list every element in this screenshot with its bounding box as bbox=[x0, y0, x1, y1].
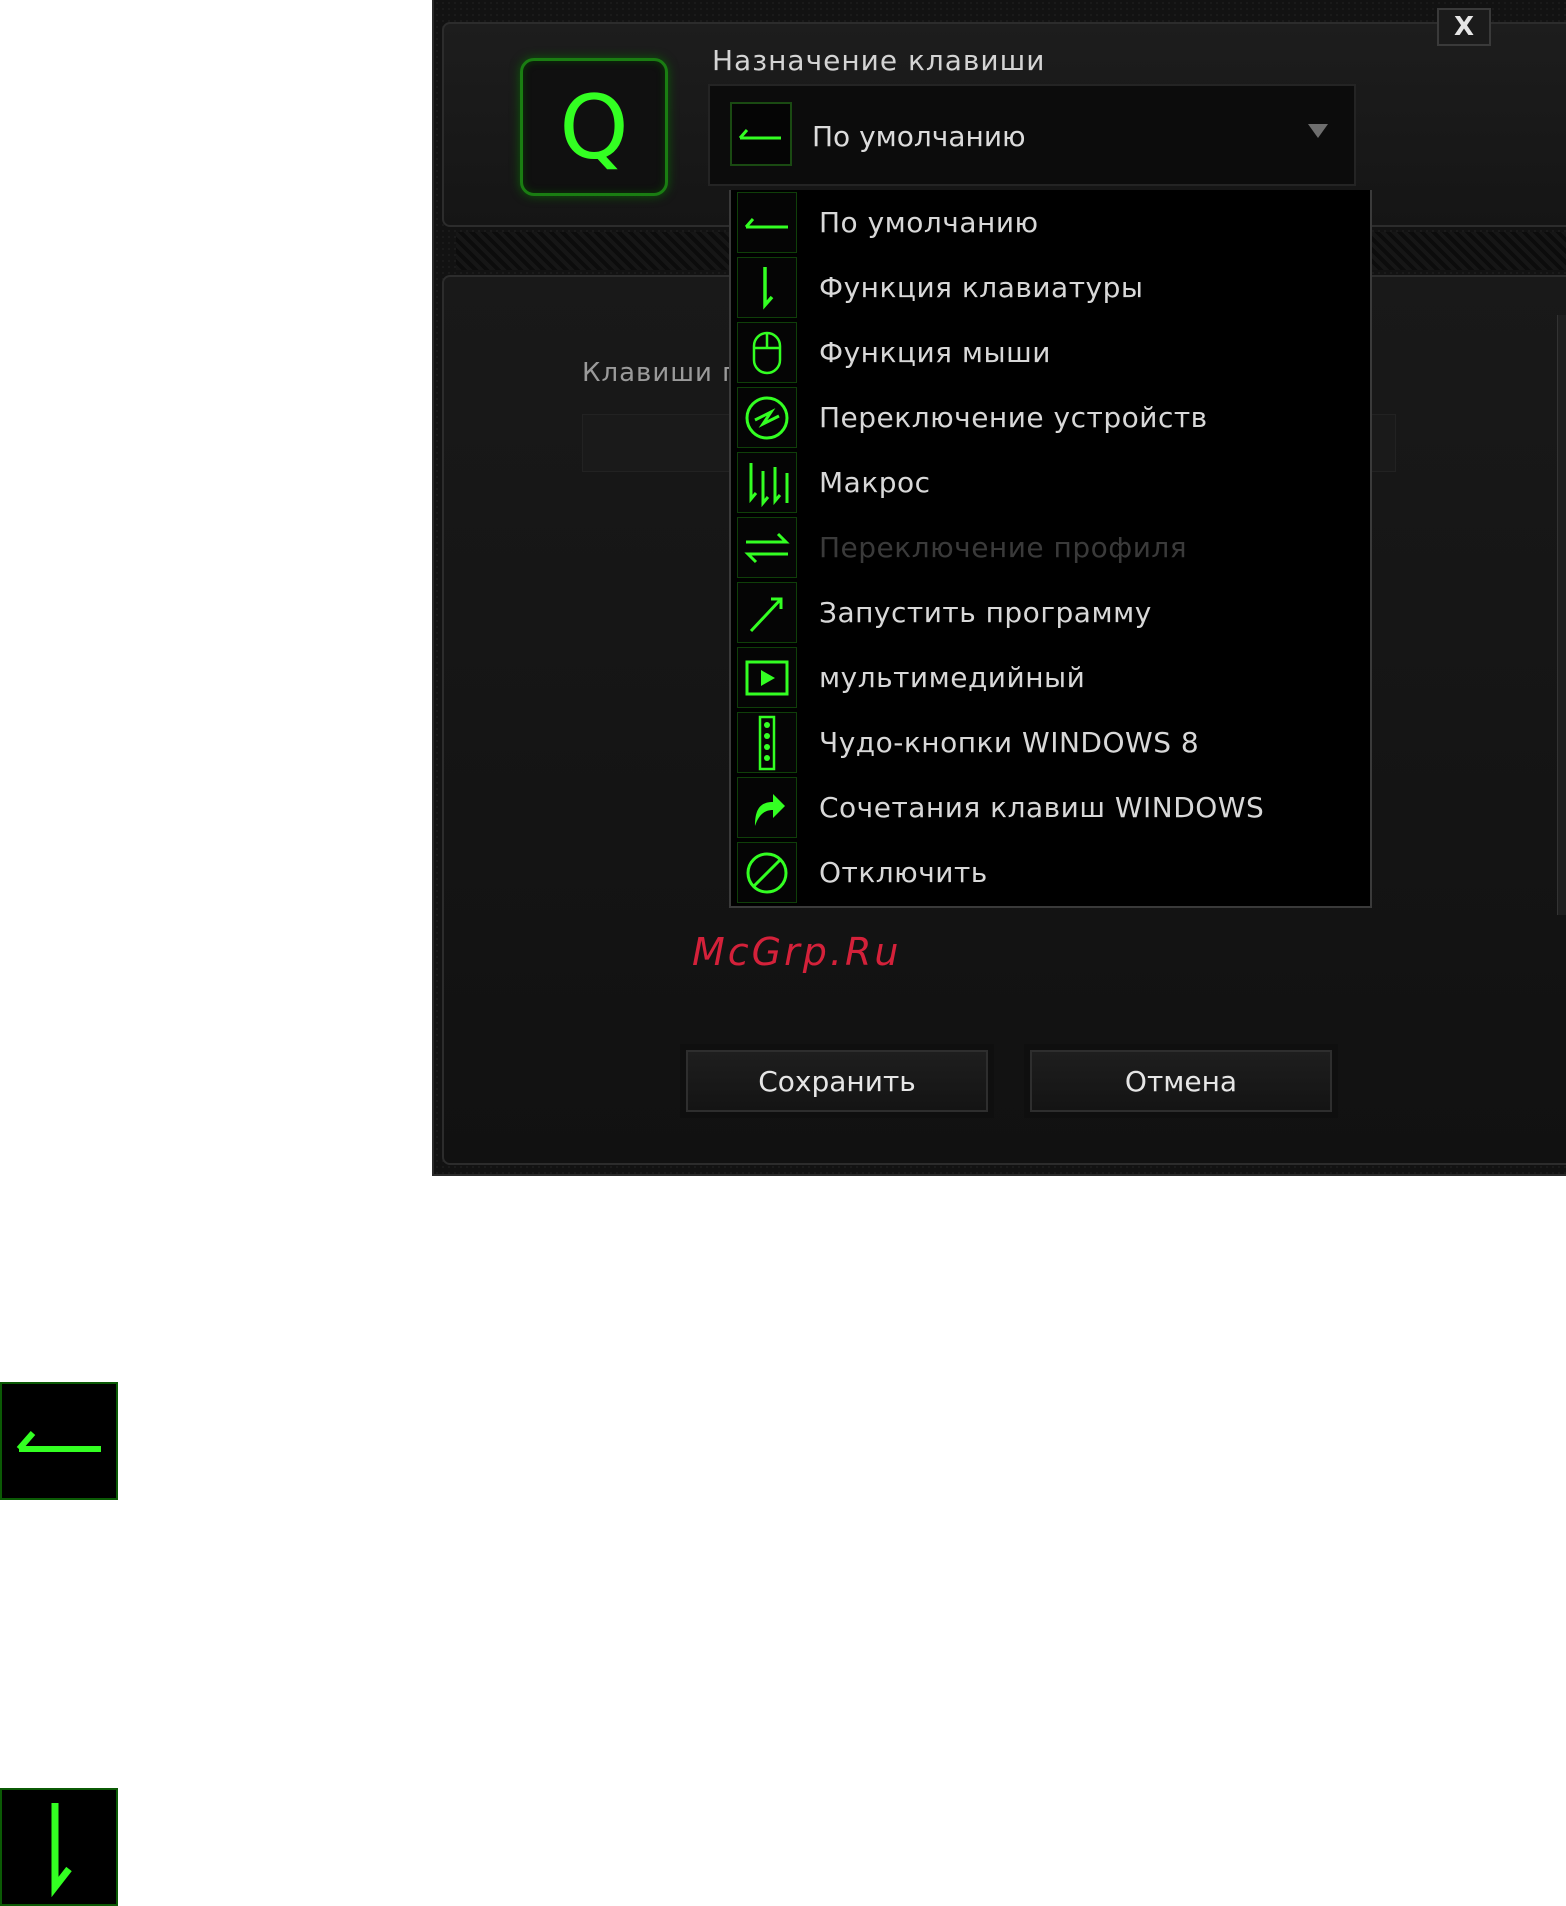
scrollbar[interactable] bbox=[1557, 315, 1566, 915]
menu-item-label: Переключение устройств bbox=[819, 401, 1208, 434]
menu-item-label: Чудо-кнопки WINDOWS 8 bbox=[819, 726, 1200, 759]
charms-icon bbox=[737, 712, 797, 773]
assignment-dropdown-menu: По умолчанию Функция клавиатуры Функция … bbox=[729, 190, 1372, 908]
multimedia-icon bbox=[737, 647, 797, 708]
menu-item-disable[interactable]: Отключить bbox=[731, 840, 1370, 905]
menu-item-multimedia[interactable]: мультимедийный bbox=[731, 645, 1370, 710]
default-arrow-icon bbox=[737, 192, 797, 253]
cancel-button[interactable]: Отмена bbox=[1030, 1050, 1332, 1112]
device-switch-icon bbox=[737, 387, 797, 448]
watermark: McGrp.Ru bbox=[692, 930, 902, 974]
menu-item-label: Функция клавиатуры bbox=[819, 271, 1144, 304]
assign-label: Назначение клавиши bbox=[712, 44, 1046, 77]
assignment-select[interactable]: По умолчанию bbox=[708, 84, 1356, 186]
menu-item-launch-program[interactable]: Запустить программу bbox=[731, 580, 1370, 645]
mouse-icon bbox=[737, 322, 797, 383]
menu-item-device-switch[interactable]: Переключение устройств bbox=[731, 385, 1370, 450]
keys-label: Клавиши п bbox=[582, 358, 741, 388]
selected-value: По умолчанию bbox=[812, 120, 1026, 153]
chevron-down-icon[interactable] bbox=[1308, 124, 1328, 138]
menu-item-macro[interactable]: Макрос bbox=[731, 450, 1370, 515]
menu-item-windows-shortcut[interactable]: Сочетания клавиш WINDOWS bbox=[731, 775, 1370, 840]
menu-item-charms[interactable]: Чудо-кнопки WINDOWS 8 bbox=[731, 710, 1370, 775]
menu-item-label: Сочетания клавиш WINDOWS bbox=[819, 791, 1265, 824]
menu-item-default[interactable]: По умолчанию bbox=[731, 190, 1370, 255]
key-assignment-dialog: X Q Назначение клавиши По умолчанию Клав… bbox=[432, 0, 1566, 1176]
keyboard-function-icon bbox=[0, 1788, 118, 1906]
menu-item-mouse-function[interactable]: Функция мыши bbox=[731, 320, 1370, 385]
disable-icon bbox=[737, 842, 797, 903]
launch-program-icon bbox=[737, 582, 797, 643]
menu-item-label: Функция мыши bbox=[819, 336, 1051, 369]
save-button[interactable]: Сохранить bbox=[686, 1050, 988, 1112]
key-tile: Q bbox=[520, 58, 668, 196]
menu-item-label: Отключить bbox=[819, 856, 988, 889]
close-button[interactable]: X bbox=[1437, 8, 1491, 46]
menu-item-label: Макрос bbox=[819, 466, 931, 499]
default-arrow-icon bbox=[730, 102, 792, 166]
profile-switch-icon bbox=[737, 517, 797, 578]
menu-item-keyboard-function[interactable]: Функция клавиатуры bbox=[731, 255, 1370, 320]
menu-item-profile-switch: Переключение профиля bbox=[731, 515, 1370, 580]
menu-item-label: мультимедийный bbox=[819, 661, 1086, 694]
default-arrow-icon bbox=[0, 1382, 118, 1500]
menu-item-label: Запустить программу bbox=[819, 596, 1152, 629]
menu-item-label: По умолчанию bbox=[819, 206, 1039, 239]
shortcut-icon bbox=[737, 777, 797, 838]
macro-icon bbox=[737, 452, 797, 513]
menu-item-label: Переключение профиля bbox=[819, 531, 1188, 564]
keyboard-function-icon bbox=[737, 257, 797, 318]
